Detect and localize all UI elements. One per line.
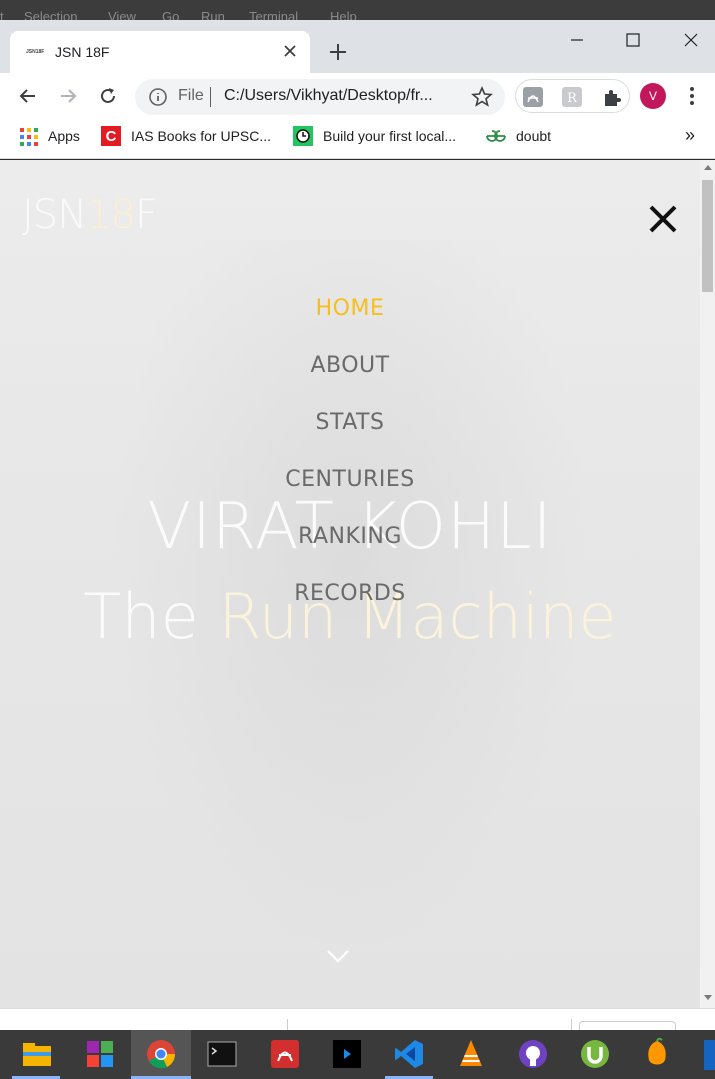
nav-link-about[interactable]: ABOUT <box>0 353 700 378</box>
vlc-icon[interactable] <box>455 1038 487 1070</box>
file-label: File <box>178 87 204 104</box>
chevron-down-icon[interactable] <box>325 948 351 964</box>
apps-grid-icon <box>20 128 38 146</box>
site-logo[interactable]: JSN18F <box>22 192 158 238</box>
scroll-down-arrow-icon[interactable] <box>703 994 713 1002</box>
chrome-icon[interactable] <box>145 1038 177 1070</box>
nav-link-records[interactable]: RECORDS <box>0 581 700 606</box>
partial-taskbar-app-icon[interactable] <box>704 1040 715 1070</box>
svg-text:R: R <box>567 91 578 106</box>
logo-part: JSN <box>22 192 87 238</box>
maximize-button[interactable] <box>621 28 645 52</box>
tab-title: JSN 18F <box>55 44 110 60</box>
logo-part: F <box>135 192 158 238</box>
nav-link-centuries[interactable]: CENTURIES <box>0 467 700 492</box>
svg-text:C: C <box>106 128 117 145</box>
fl-studio-icon[interactable] <box>641 1038 673 1070</box>
nav-link-ranking[interactable]: RANKING <box>0 524 700 549</box>
media-player-icon[interactable] <box>331 1038 363 1070</box>
window-close-button[interactable] <box>679 28 703 52</box>
nav-link-home[interactable]: HOME <box>0 296 700 321</box>
bookmark-doubt[interactable]: doubt <box>516 128 551 144</box>
background-app-menubar: t Selection View Go Run Terminal Help <box>0 0 715 22</box>
back-arrow-icon[interactable] <box>16 84 40 108</box>
winrar-icon[interactable] <box>84 1038 116 1070</box>
forward-arrow-icon[interactable] <box>56 84 80 108</box>
scroll-up-arrow-icon[interactable] <box>703 163 713 171</box>
bookmarks-overflow-button[interactable]: » <box>685 125 695 146</box>
page-viewport: JSN18F VIRAT KOHLI The Run Machine HOME … <box>0 160 700 1008</box>
site-info-icon[interactable] <box>147 86 169 108</box>
gfg-icon <box>486 130 506 142</box>
vscode-icon[interactable] <box>393 1038 425 1070</box>
menu-close-icon[interactable] <box>646 202 680 236</box>
terminal-icon[interactable] <box>206 1038 238 1070</box>
grammar-extension-icon[interactable]: R <box>561 86 583 108</box>
divider <box>210 87 211 107</box>
close-icon[interactable] <box>282 43 298 59</box>
background-window-strip <box>0 1008 715 1033</box>
scrollbar-thumb[interactable] <box>702 180 713 292</box>
new-tab-button[interactable] <box>328 42 348 62</box>
bookmark-star-icon[interactable] <box>470 85 494 109</box>
bookmark-apps[interactable]: Apps <box>48 128 80 144</box>
extensions-puzzle-icon[interactable] <box>601 86 623 108</box>
clock-icon <box>293 126 313 146</box>
url-text[interactable]: C:/Users/Vikhyat/Desktop/fr... <box>224 87 459 105</box>
minimize-button[interactable] <box>565 28 589 52</box>
pdf-extension-icon[interactable] <box>522 86 544 108</box>
bookmark-ias-books[interactable]: IAS Books for UPSC... <box>131 128 271 144</box>
c-logo-icon: C <box>101 126 121 146</box>
file-explorer-icon[interactable] <box>21 1038 53 1070</box>
github-icon[interactable] <box>517 1038 549 1070</box>
profile-avatar[interactable]: V <box>640 83 666 109</box>
utorrent-icon[interactable] <box>579 1038 611 1070</box>
bookmark-build-local[interactable]: Build your first local... <box>323 128 456 144</box>
acrobat-icon[interactable] <box>269 1038 301 1070</box>
reload-icon[interactable] <box>96 84 120 108</box>
tab-favicon-icon: JSN18F <box>26 49 45 55</box>
more-options-icon[interactable] <box>682 84 702 108</box>
logo-highlight: 18 <box>86 192 136 238</box>
nav-link-stats[interactable]: STATS <box>0 410 700 435</box>
